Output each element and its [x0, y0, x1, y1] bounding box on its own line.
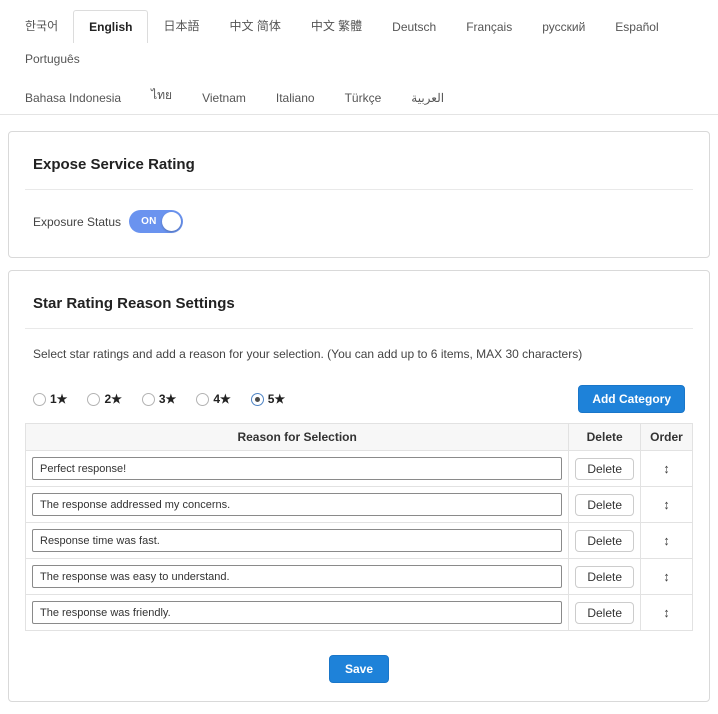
exposure-status-toggle[interactable]: ON	[129, 210, 183, 233]
toggle-state-label: ON	[141, 216, 157, 227]
order-drag-handle-icon[interactable]: ↕	[657, 497, 676, 512]
tab-english[interactable]: English	[73, 10, 148, 43]
tab-turkish[interactable]: Türkçe	[330, 82, 397, 114]
tab-vietnamese[interactable]: Vietnam	[187, 82, 261, 114]
tab-french[interactable]: Français	[451, 11, 527, 43]
reason-input[interactable]	[32, 529, 562, 552]
star-rating-radio-3[interactable]: 3★	[142, 392, 176, 406]
star-rating-label: 1★	[50, 392, 67, 406]
reason-panel-title: Star Rating Reason Settings	[25, 287, 693, 312]
exposure-status-label: Exposure Status	[33, 215, 121, 229]
tab-italian[interactable]: Italiano	[261, 82, 330, 114]
tab-japanese[interactable]: 日本語	[148, 8, 214, 43]
star-rating-label: 3★	[159, 392, 176, 406]
star-rating-radio-2[interactable]: 2★	[87, 392, 121, 406]
tab-thai[interactable]: ไทย	[136, 77, 187, 114]
star-rating-radio-4[interactable]: 4★	[196, 392, 230, 406]
tab-arabic[interactable]: العربية	[396, 82, 459, 114]
star-rating-radio-group: 1★ 2★ 3★ 4★ 5★	[33, 392, 285, 406]
reason-input[interactable]	[32, 457, 562, 480]
column-header-delete: Delete	[569, 424, 641, 451]
delete-button[interactable]: Delete	[575, 530, 634, 552]
exposure-status-row: Exposure Status ON	[25, 190, 693, 239]
tab-chinese-traditional[interactable]: 中文 繁體	[296, 8, 377, 43]
language-tabs: 한국어 English 日本語 中文 简体 中文 繁體 Deutsch Fran…	[0, 0, 718, 115]
reason-row: Delete ↕	[26, 487, 693, 523]
star-rating-label: 4★	[213, 392, 230, 406]
reason-input[interactable]	[32, 601, 562, 624]
save-row: Save	[25, 655, 693, 683]
reason-table: Reason for Selection Delete Order Delete…	[25, 423, 693, 631]
reason-input[interactable]	[32, 565, 562, 588]
reason-row: Delete ↕	[26, 523, 693, 559]
tab-spanish[interactable]: Español	[600, 11, 673, 43]
star-rating-label: 2★	[104, 392, 121, 406]
radio-icon	[251, 393, 264, 406]
reason-row: Delete ↕	[26, 451, 693, 487]
star-rating-label: 5★	[268, 392, 285, 406]
reason-row: Delete ↕	[26, 559, 693, 595]
rating-controls-row: 1★ 2★ 3★ 4★ 5★ Add Categ	[25, 361, 693, 421]
delete-button[interactable]: Delete	[575, 458, 634, 480]
order-drag-handle-icon[interactable]: ↕	[657, 569, 676, 584]
radio-icon	[87, 393, 100, 406]
tab-chinese-simplified[interactable]: 中文 简体	[214, 8, 295, 43]
reason-row: Delete ↕	[26, 595, 693, 631]
radio-icon	[33, 393, 46, 406]
tab-german[interactable]: Deutsch	[377, 11, 451, 43]
save-button[interactable]: Save	[329, 655, 389, 683]
order-drag-handle-icon[interactable]: ↕	[657, 605, 676, 620]
expose-panel-title: Expose Service Rating	[25, 148, 693, 173]
star-rating-radio-1[interactable]: 1★	[33, 392, 67, 406]
tab-russian[interactable]: русский	[527, 11, 600, 43]
language-tabs-row-1: 한국어 English 日本語 中文 简体 中文 繁體 Deutsch Fran…	[10, 8, 708, 75]
reason-panel-description: Select star ratings and add a reason for…	[25, 329, 693, 361]
radio-icon	[196, 393, 209, 406]
reason-input[interactable]	[32, 493, 562, 516]
order-drag-handle-icon[interactable]: ↕	[657, 533, 676, 548]
language-tabs-row-2: Bahasa Indonesia ไทย Vietnam Italiano Tü…	[10, 77, 708, 114]
column-header-reason: Reason for Selection	[26, 424, 569, 451]
delete-button[interactable]: Delete	[575, 602, 634, 624]
delete-button[interactable]: Delete	[575, 566, 634, 588]
delete-button[interactable]: Delete	[575, 494, 634, 516]
star-rating-reason-panel: Star Rating Reason Settings Select star …	[8, 270, 710, 702]
star-rating-radio-5[interactable]: 5★	[251, 392, 285, 406]
tab-korean[interactable]: 한국어	[10, 8, 73, 43]
toggle-knob-icon	[162, 212, 181, 231]
reason-table-header-row: Reason for Selection Delete Order	[26, 424, 693, 451]
tab-bahasa-indonesia[interactable]: Bahasa Indonesia	[10, 82, 136, 114]
order-drag-handle-icon[interactable]: ↕	[657, 461, 676, 476]
column-header-order: Order	[641, 424, 693, 451]
radio-icon	[142, 393, 155, 406]
tab-portuguese[interactable]: Português	[10, 43, 95, 75]
expose-service-rating-panel: Expose Service Rating Exposure Status ON	[8, 131, 710, 258]
add-category-button[interactable]: Add Category	[578, 385, 685, 413]
